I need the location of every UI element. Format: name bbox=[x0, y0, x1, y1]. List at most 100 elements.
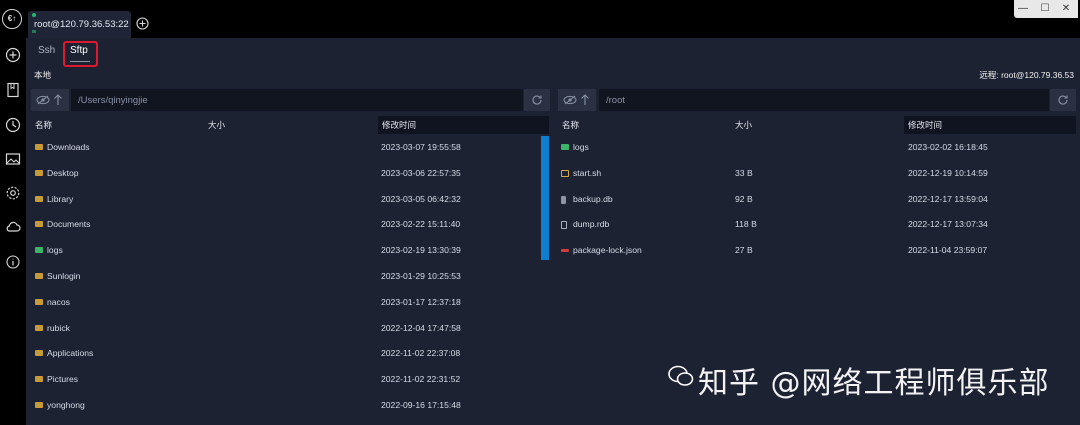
remote-col-size[interactable]: 大小 bbox=[735, 119, 752, 131]
remote-col-name[interactable]: 名称 bbox=[562, 119, 579, 131]
file-name: Sunlogin bbox=[47, 271, 81, 281]
file-mtime: 2022-12-19 10:14:59 bbox=[908, 167, 988, 178]
file-row[interactable]: Downloads 2023-03-07 19:55:58 bbox=[26, 134, 541, 160]
session-tab-label: root@120.79.36.53:22 bbox=[34, 19, 129, 30]
file-mtime: 2023-01-29 10:25:53 bbox=[381, 271, 461, 281]
hidden-toggle-icon[interactable] bbox=[563, 95, 577, 105]
file-size: 27 B bbox=[735, 245, 753, 256]
local-refresh-button[interactable] bbox=[524, 89, 550, 111]
hidden-toggle-icon[interactable] bbox=[36, 95, 50, 105]
file-row[interactable]: Sunlogin 2023-01-29 10:25:53 bbox=[26, 263, 541, 289]
file-size: 118 B bbox=[735, 219, 757, 230]
file-row[interactable]: Applications 2022-11-02 22:37:08 bbox=[26, 340, 541, 366]
file-name: start.sh bbox=[573, 167, 602, 178]
file-name: Documents bbox=[47, 219, 91, 230]
new-tab-icon[interactable] bbox=[136, 17, 149, 30]
refresh-icon bbox=[1058, 95, 1068, 105]
local-col-name[interactable]: 名称 bbox=[35, 119, 52, 131]
remote-refresh-button[interactable] bbox=[1050, 89, 1076, 111]
file-mtime: 2023-02-22 15:11:40 bbox=[381, 219, 461, 230]
file-name: Downloads bbox=[47, 142, 90, 152]
local-path-controls bbox=[31, 89, 69, 111]
file-mtime: 2022-11-02 22:31:52 bbox=[381, 374, 461, 385]
file-name: Desktop bbox=[47, 167, 79, 178]
file-icon bbox=[561, 195, 566, 204]
file-name: yonghong bbox=[47, 400, 85, 410]
bookmark-icon[interactable] bbox=[5, 82, 21, 98]
file-size: 92 B bbox=[735, 193, 753, 204]
file-icon bbox=[561, 221, 567, 230]
add-icon[interactable] bbox=[5, 47, 21, 63]
left-rail: €↑ bbox=[0, 0, 26, 425]
file-mtime: 2023-03-06 22:57:35 bbox=[381, 167, 461, 178]
file-row[interactable]: Documents 2023-02-22 15:11:40 bbox=[26, 211, 541, 237]
local-col-mtime[interactable]: 修改时间 bbox=[382, 119, 416, 131]
folder-icon bbox=[35, 376, 43, 383]
file-row[interactable]: yonghong 2022-09-16 17:15:48 bbox=[26, 392, 541, 418]
file-mtime: 2023-02-19 13:30:39 bbox=[381, 245, 461, 256]
local-path-text: /Users/qinyingjie bbox=[78, 95, 148, 106]
remote-label: 远程: root@120.79.36.53 bbox=[979, 70, 1074, 80]
file-row[interactable]: package-lock.json 27 B 2022-11-04 23:59:07 bbox=[553, 237, 1078, 263]
file-mtime: 2022-12-17 13:07:34 bbox=[908, 219, 988, 230]
title-bar: root@120.79.36.53:22 — ☐ ✕ bbox=[26, 0, 1080, 38]
info-icon[interactable] bbox=[5, 254, 21, 270]
file-row[interactable]: rubick 2022-12-04 17:47:58 bbox=[26, 315, 541, 341]
folder-icon bbox=[35, 402, 43, 408]
image-icon[interactable] bbox=[5, 151, 21, 167]
file-mtime: 2023-03-07 19:55:58 bbox=[381, 142, 461, 152]
minimize-icon[interactable]: — bbox=[1016, 2, 1030, 15]
file-row[interactable]: logs 2023-02-19 13:30:39 bbox=[26, 237, 541, 263]
file-name: dump.rdb bbox=[573, 219, 610, 230]
folder-icon bbox=[35, 195, 43, 202]
highlight-annotation bbox=[63, 41, 98, 67]
file-name: rubick bbox=[47, 322, 70, 333]
file-name: logs bbox=[47, 245, 63, 256]
file-row[interactable]: Pictures 2022-11-02 22:31:52 bbox=[26, 366, 541, 392]
settings-icon[interactable] bbox=[5, 185, 21, 201]
file-row[interactable]: Desktop 2023-03-06 22:57:35 bbox=[26, 160, 541, 186]
maximize-icon[interactable]: ☐ bbox=[1038, 2, 1052, 15]
folder-icon bbox=[35, 221, 43, 228]
remote-path-input[interactable] bbox=[599, 89, 1049, 111]
file-mtime: 2022-12-17 13:59:04 bbox=[908, 193, 988, 204]
folder-icon bbox=[35, 298, 43, 305]
file-mtime: 2022-11-04 23:59:07 bbox=[908, 245, 988, 256]
file-name: Pictures bbox=[47, 374, 79, 385]
window-controls: — ☐ ✕ bbox=[1014, 0, 1078, 18]
file-row[interactable]: logs 2023-02-02 16:18:45 bbox=[553, 134, 1078, 160]
close-icon[interactable]: ✕ bbox=[1059, 2, 1073, 15]
file-mtime: 2023-01-17 12:37:18 bbox=[381, 296, 461, 307]
file-mtime: 2022-12-04 17:47:58 bbox=[381, 322, 461, 333]
cloud-icon[interactable] bbox=[5, 219, 21, 235]
history-icon[interactable] bbox=[5, 117, 21, 133]
app-logo: €↑ bbox=[2, 9, 22, 29]
parent-dir-icon[interactable] bbox=[53, 94, 63, 106]
connection-status-icon bbox=[32, 13, 36, 17]
file-name: backup.db bbox=[573, 193, 613, 204]
file-row[interactable]: start.sh 33 B 2022-12-19 10:14:59 bbox=[553, 160, 1078, 186]
file-row[interactable]: Library 2023-03-05 06:42:32 bbox=[26, 186, 541, 212]
parent-dir-icon[interactable] bbox=[580, 94, 590, 106]
tab-ssh[interactable]: Ssh bbox=[38, 45, 55, 56]
folder-icon bbox=[561, 144, 569, 150]
watermark-text: 知乎 @网络工程师俱乐部 bbox=[698, 366, 1050, 401]
file-mtime: 2023-02-02 16:18:45 bbox=[908, 142, 988, 152]
local-col-size[interactable]: 大小 bbox=[208, 119, 225, 131]
session-tab[interactable]: root@120.79.36.53:22 bbox=[28, 11, 131, 38]
file-name: Applications bbox=[47, 348, 94, 359]
file-row[interactable]: backup.db 92 B 2022-12-17 13:59:04 bbox=[553, 186, 1078, 212]
remote-path-text: /root bbox=[606, 95, 626, 106]
folder-icon bbox=[35, 247, 43, 254]
refresh-icon bbox=[532, 95, 542, 105]
file-mtime: 2022-11-02 22:37:08 bbox=[381, 348, 461, 359]
file-size: 33 B bbox=[735, 167, 753, 178]
file-row[interactable]: nacos 2023-01-17 12:37:18 bbox=[26, 289, 541, 315]
file-icon bbox=[561, 169, 569, 177]
file-row[interactable]: dump.rdb 118 B 2022-12-17 13:07:34 bbox=[553, 211, 1078, 237]
local-label: 本地 bbox=[34, 70, 52, 80]
local-scrollbar[interactable] bbox=[541, 136, 549, 260]
folder-icon bbox=[35, 350, 43, 357]
file-icon bbox=[561, 249, 569, 253]
remote-col-mtime[interactable]: 修改时间 bbox=[908, 119, 942, 131]
